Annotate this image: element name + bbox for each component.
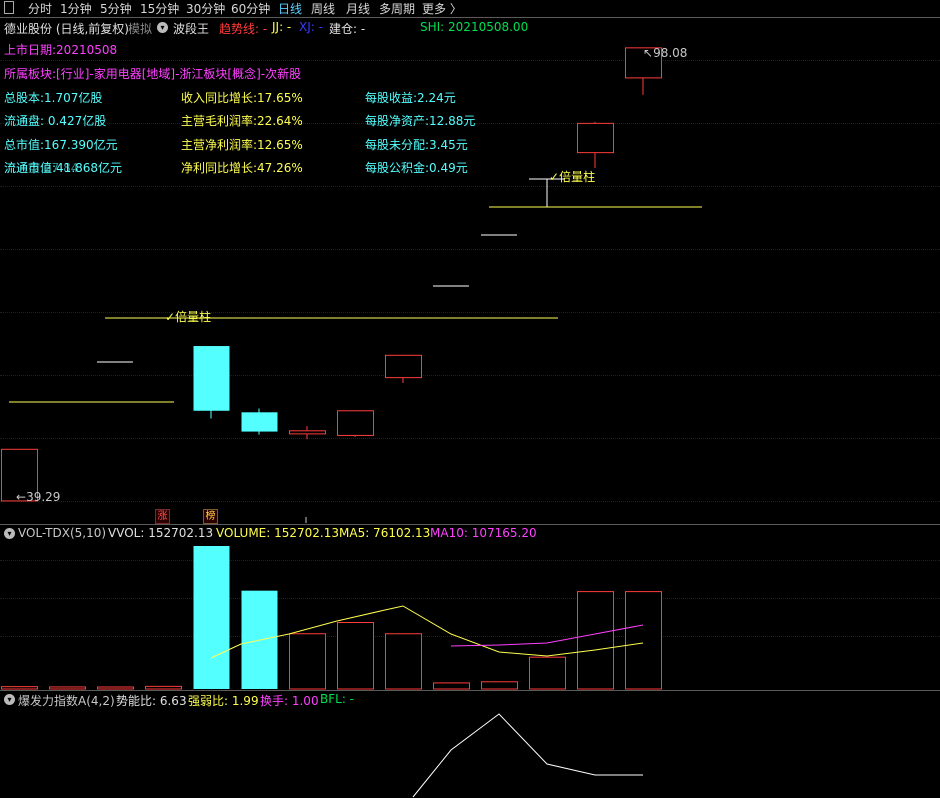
- strength-ratio: 强弱比: 1.99: [188, 694, 259, 708]
- high-price-label: ↖98.08: [643, 46, 687, 60]
- bei-liang-label: ✓倍量柱: [165, 309, 211, 324]
- turnover: 换手: 1.00: [260, 694, 319, 708]
- candle-body: [337, 410, 374, 436]
- volume-value: VOLUME: 152702.13: [216, 526, 339, 540]
- volume-bar: [145, 685, 182, 690]
- bei-liang-label: ✓倍量柱: [549, 169, 595, 184]
- grid-line: [0, 636, 940, 637]
- volume-bar: [289, 633, 326, 690]
- low-price-label: ←39.29: [16, 490, 60, 504]
- volume-bar: [337, 622, 374, 690]
- ma10-value: MA10: 107165.20: [430, 526, 537, 540]
- candle-body: [193, 346, 230, 411]
- candle-body: [289, 430, 326, 435]
- burst-dropdown-icon[interactable]: ▾: [4, 694, 15, 705]
- volume-bar: [481, 681, 518, 690]
- tag-bang[interactable]: 榜: [203, 509, 218, 524]
- candle-body: [241, 412, 278, 432]
- candle-body: [577, 122, 614, 154]
- volume-bar: [49, 686, 86, 690]
- volume-bar: [193, 546, 230, 689]
- vol-ma5-line: [210, 605, 644, 659]
- grid-line: [0, 560, 940, 561]
- volume-bar: [577, 591, 614, 690]
- volume-bar: [529, 656, 566, 690]
- volume-bar: [241, 590, 278, 689]
- bfl-value: BFL: -: [320, 692, 355, 706]
- volume-bar: [625, 591, 662, 690]
- volume-bar: [433, 682, 470, 690]
- candlestick-chart[interactable]: ✓倍量柱 ✓倍量柱 ↖98.08 ←39.29: [0, 0, 940, 524]
- power-ratio: 势能比: 6.63: [116, 694, 187, 708]
- ma5-value: MA5: 76102.13: [339, 526, 431, 540]
- vvol-value: VVOL: 152702.13: [108, 526, 214, 540]
- burst-indicator-name[interactable]: 爆发力指数A(4,2): [18, 692, 115, 709]
- vol-indicator-name[interactable]: VOL-TDX(5,10): [18, 526, 106, 540]
- pane-separator: [0, 524, 940, 525]
- volume-bar: [385, 633, 422, 690]
- volume-bar: [97, 686, 134, 690]
- candle-body: [385, 354, 422, 379]
- tag-zhang[interactable]: 涨: [155, 509, 170, 524]
- burst-line: [412, 713, 643, 798]
- volume-bar: [1, 686, 38, 690]
- vol-dropdown-icon[interactable]: ▾: [4, 528, 15, 539]
- chart-window: 分时 1分钟 5分钟 15分钟 30分钟 60分钟 日线 周线 月线 多周期 更…: [0, 0, 940, 798]
- grid-line: [0, 598, 940, 599]
- pane-separator: [0, 690, 940, 691]
